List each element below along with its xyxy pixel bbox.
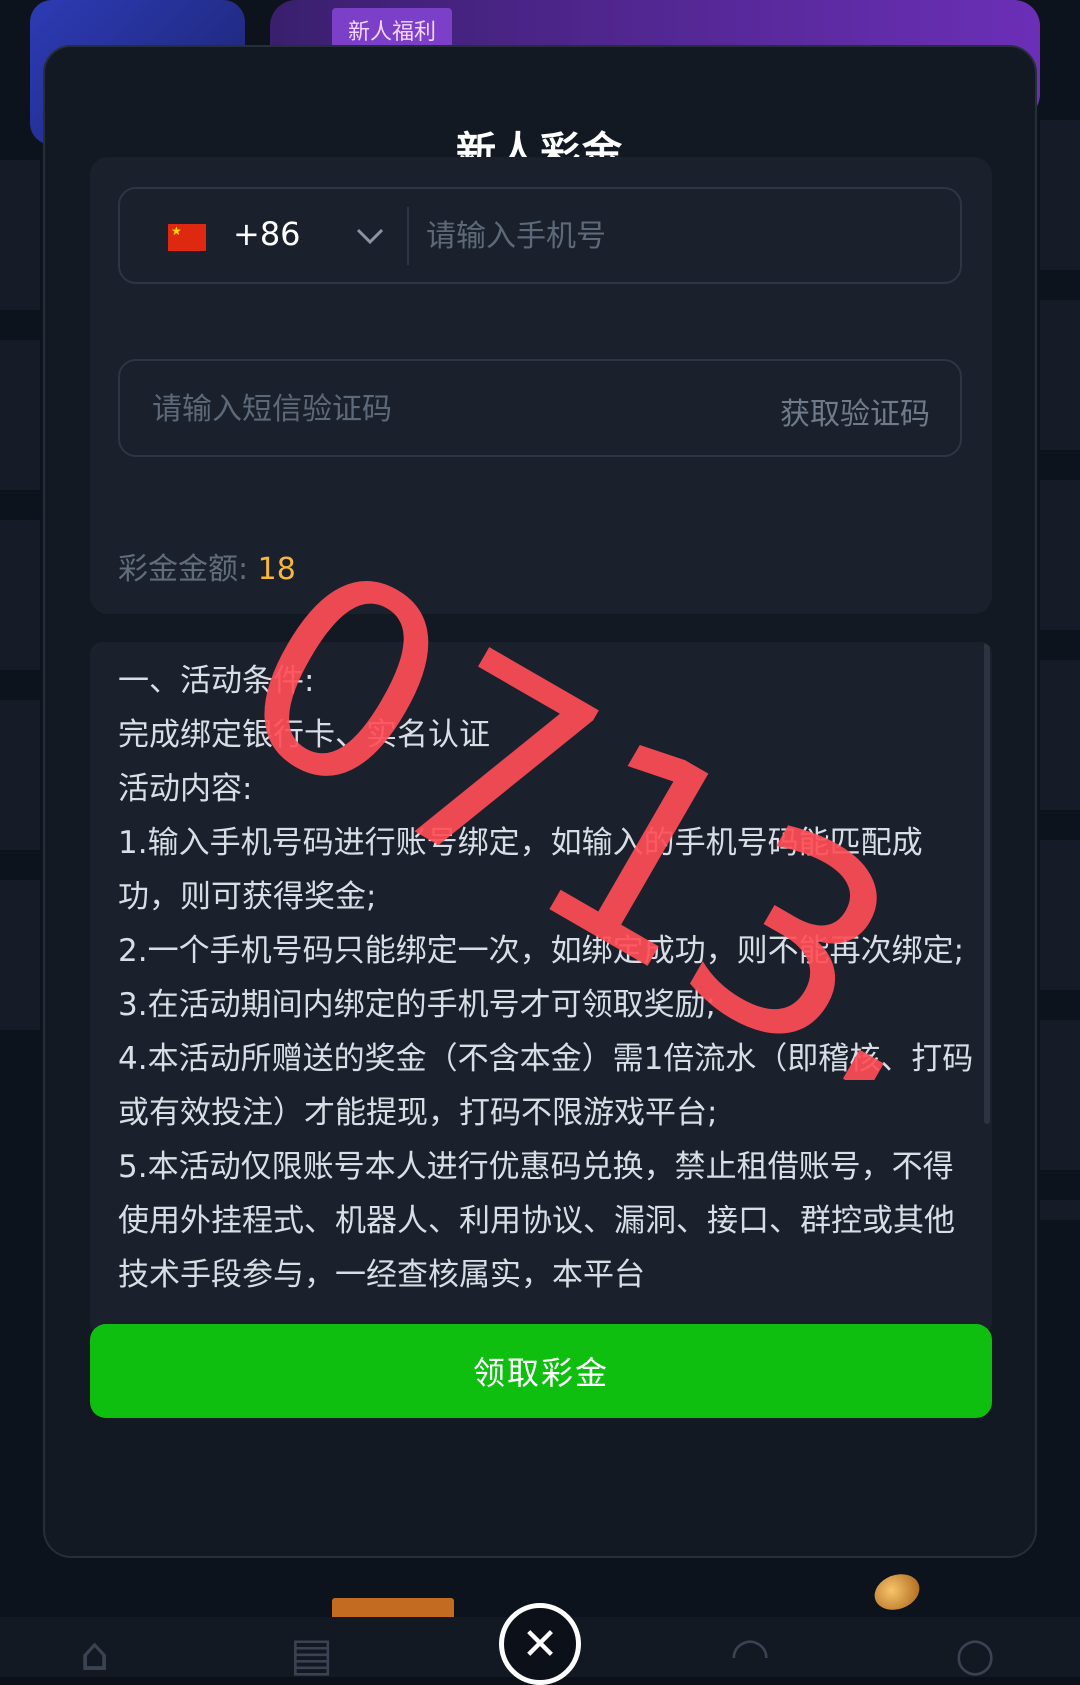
home-icon: ⌂ — [80, 1627, 110, 1681]
flag-star-icon: ★ — [171, 224, 182, 238]
bonus-amount-label: 彩金金额: — [118, 552, 258, 587]
background-right-column — [1040, 120, 1080, 1220]
background-bottom-tag — [332, 1598, 454, 1618]
headset-icon: ◠ — [730, 1627, 771, 1681]
gift-icon: ▤ — [290, 1627, 334, 1681]
get-code-button[interactable]: 获取验证码 — [780, 389, 930, 433]
phone-field: ★ +86 — [118, 187, 962, 284]
close-icon[interactable]: ✕ — [499, 1603, 581, 1685]
sms-code-input[interactable] — [150, 376, 674, 442]
bonus-amount-value: 18 — [257, 552, 296, 587]
coin-icon — [869, 1568, 925, 1616]
sms-field: 获取验证码 — [118, 359, 962, 457]
chevron-down-icon[interactable] — [350, 216, 390, 256]
rules-text: 一、活动条件: 完成绑定银行卡、实名认证 活动内容: 1.输入手机号码进行账号绑… — [118, 663, 974, 1293]
rules-scrollbar[interactable] — [984, 642, 990, 1124]
form-card: ★ +86 获取验证码 彩金金额: 18 — [90, 157, 992, 614]
field-divider — [407, 207, 409, 265]
profile-icon: ○ — [955, 1627, 996, 1681]
china-flag-icon[interactable]: ★ — [168, 224, 206, 251]
rules-panel[interactable]: 一、活动条件: 完成绑定银行卡、实名认证 活动内容: 1.输入手机号码进行账号绑… — [90, 642, 992, 1334]
background-left-column — [0, 160, 40, 1060]
claim-bonus-button[interactable]: 领取彩金 — [90, 1324, 992, 1418]
new-user-bonus-modal: 新人彩金 ★ +86 获取验证码 彩金金额: 18 一、活动条件: 完成绑定银行… — [43, 45, 1037, 1558]
phone-input[interactable] — [424, 203, 948, 269]
country-code[interactable]: +86 — [233, 215, 301, 253]
bonus-amount-row: 彩金金额: 18 — [118, 544, 296, 588]
